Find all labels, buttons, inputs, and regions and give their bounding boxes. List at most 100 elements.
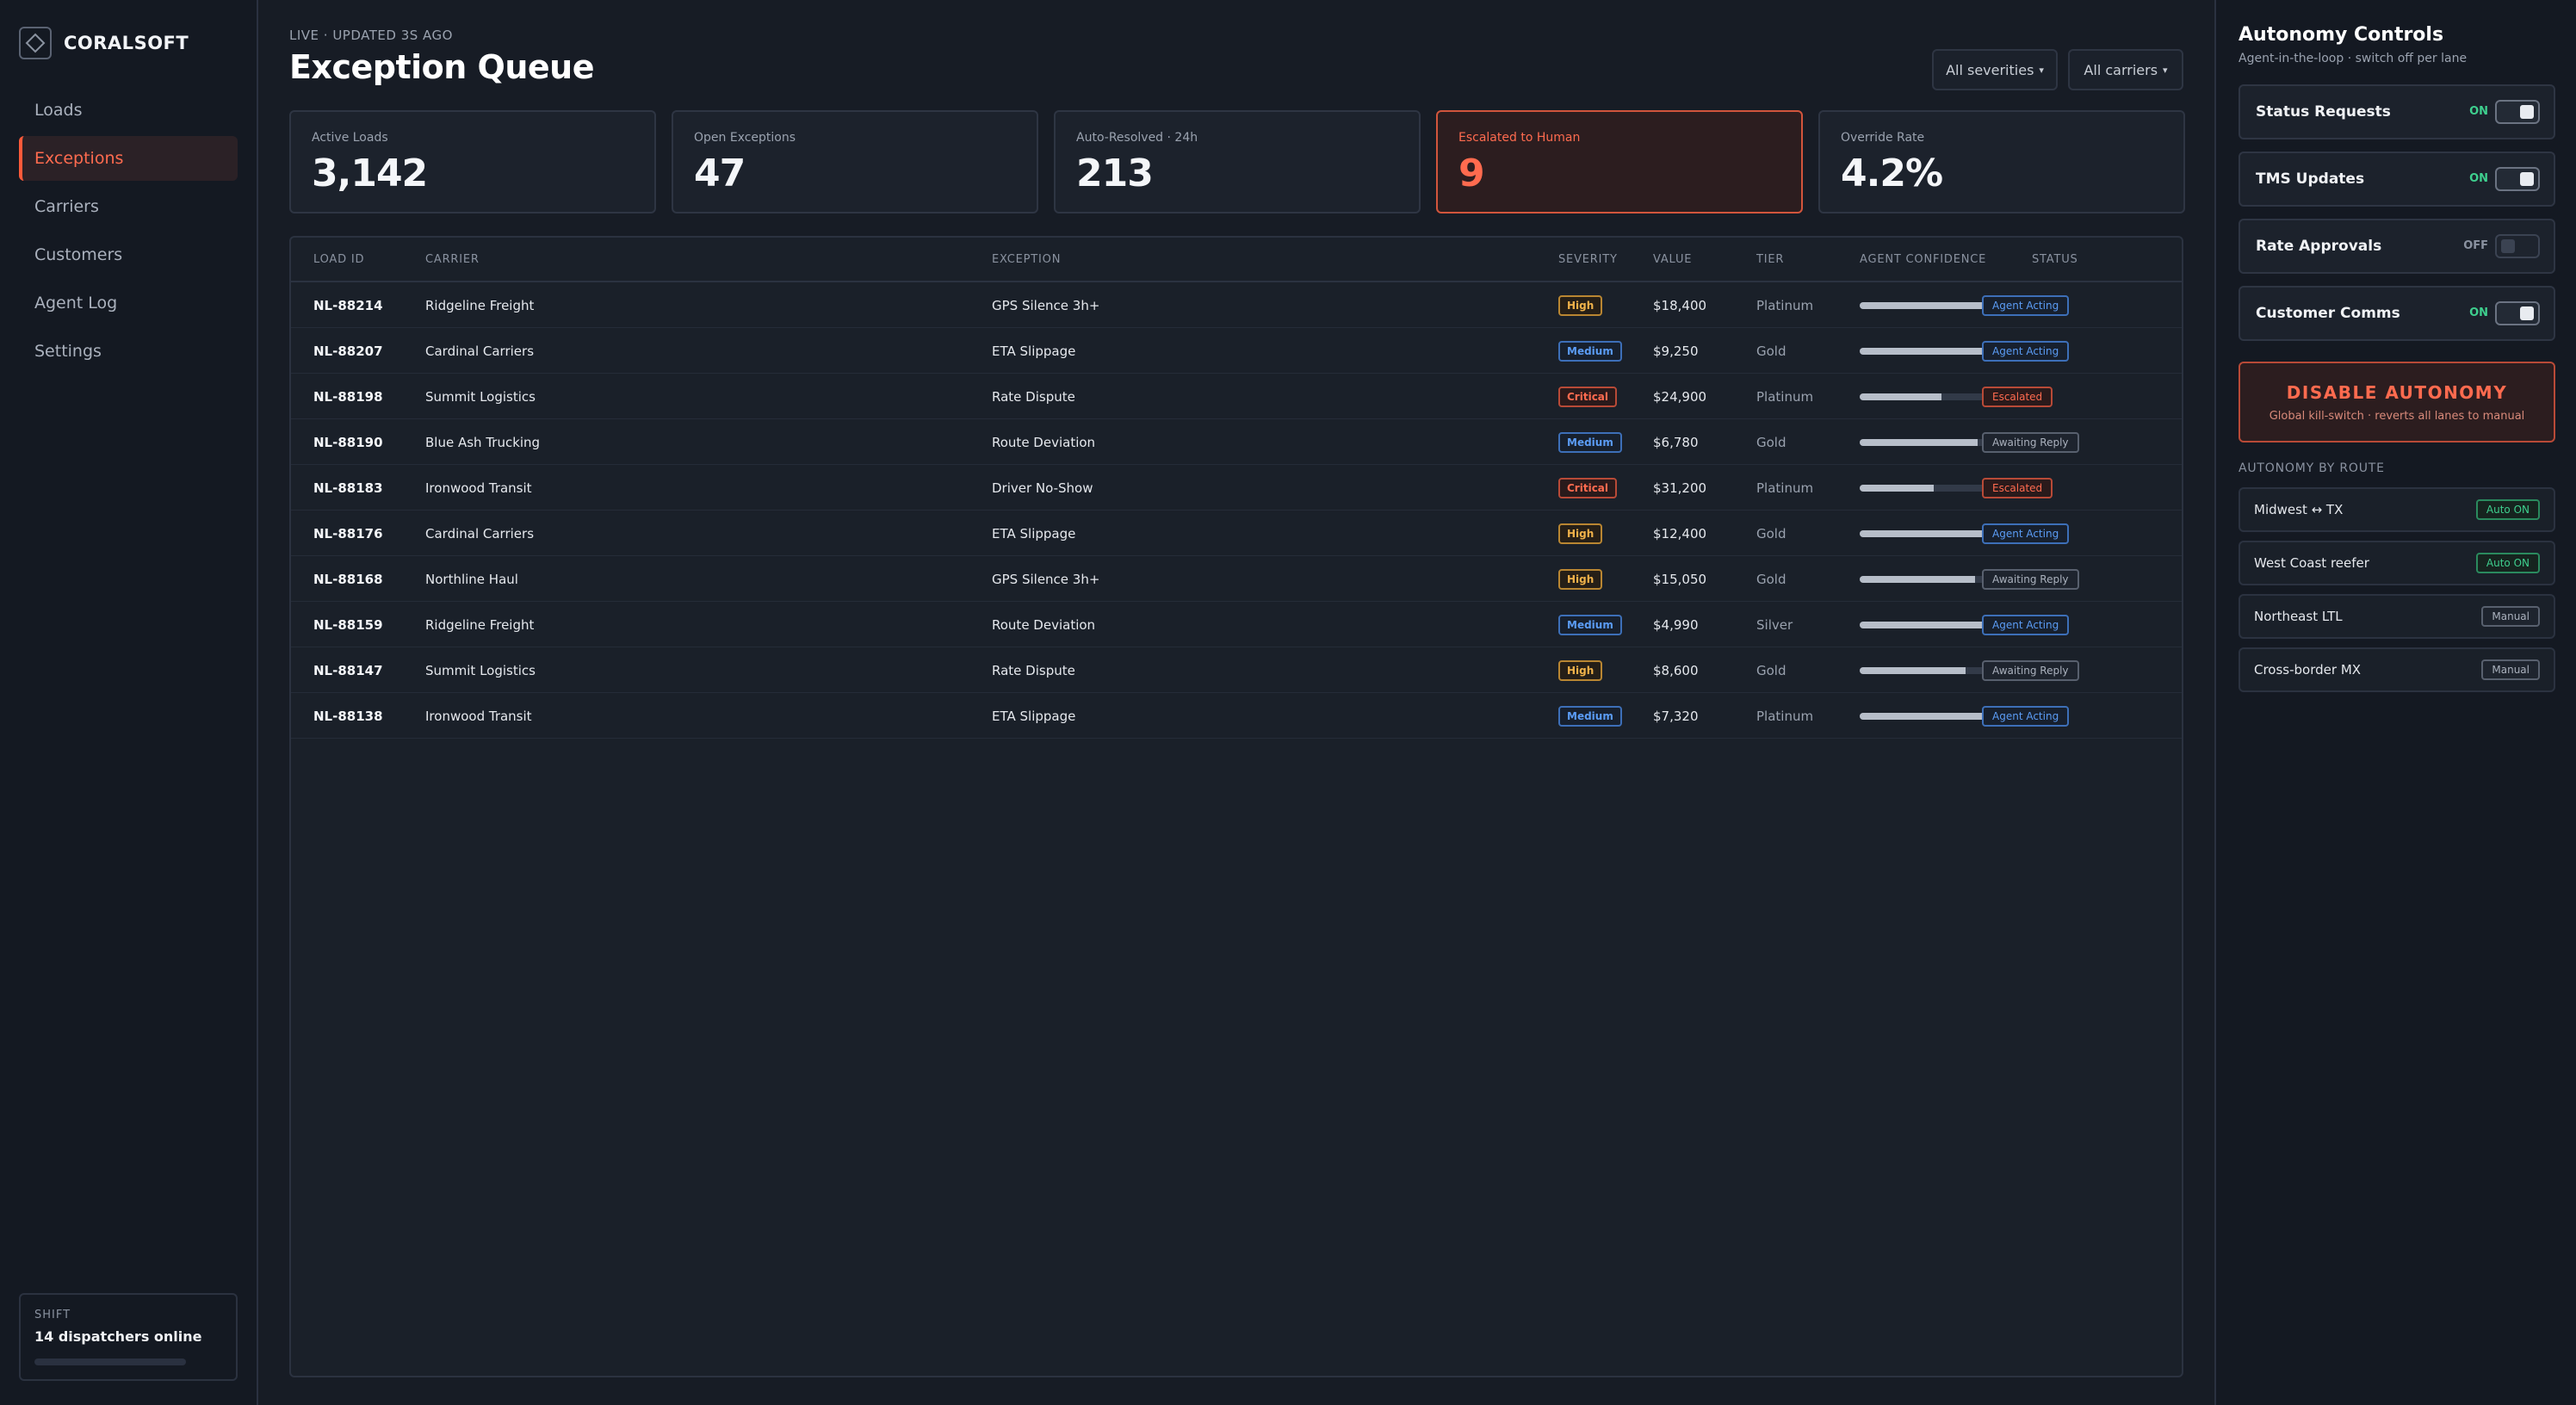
kpi-auto-resolved: Auto-Resolved · 24h 213 (1054, 110, 1421, 214)
load-value: $15,050 (1653, 571, 1707, 587)
customer-tier: Gold (1756, 434, 1786, 450)
status-badge[interactable]: Awaiting Reply (1982, 659, 2079, 681)
status-badge[interactable]: Agent Acting (1982, 340, 2070, 362)
route-mode-badge[interactable]: Manual (2481, 606, 2540, 627)
status-badge[interactable]: Agent Acting (1982, 294, 2070, 316)
exception-table: LOAD ID CARRIER EXCEPTION SEVERITY VALUE… (289, 236, 2183, 1377)
kpi-label: Escalated to Human (1458, 131, 1581, 145)
exception-type: ETA Slippage (992, 708, 1076, 724)
table-row[interactable]: NL-88168 Northline Haul GPS Silence 3h+ Hig… (291, 556, 2182, 602)
column-header-tier[interactable]: TIER (1756, 238, 1784, 282)
load-value: $6,780 (1653, 434, 1699, 450)
route-item[interactable]: Northeast LTL Manual (2239, 594, 2555, 639)
load-id[interactable]: NL-88147 (313, 647, 383, 693)
load-value: $12,400 (1653, 525, 1707, 542)
confidence-fill (1860, 712, 1985, 720)
status-badge[interactable]: Escalated (1982, 477, 2053, 498)
column-header-value[interactable]: VALUE (1653, 238, 1692, 282)
load-id[interactable]: NL-88168 (313, 556, 383, 602)
route-item[interactable]: West Coast reefer Auto ON (2239, 541, 2555, 585)
load-id[interactable]: NL-88198 (313, 374, 383, 419)
confidence-fill (1860, 393, 1942, 400)
status-cell: Awaiting Reply (1982, 419, 2079, 465)
load-id[interactable]: NL-88214 (313, 282, 383, 328)
exception-type: GPS Silence 3h+ (992, 297, 1100, 313)
nav-item-carriers[interactable]: Carriers (19, 184, 238, 229)
toggle-switch[interactable] (2495, 234, 2540, 258)
nav-item-loads[interactable]: Loads (19, 88, 238, 133)
table-row[interactable]: NL-88159 Ridgeline Freight Route Deviation… (291, 602, 2182, 647)
main-nav: Loads Exceptions Carriers Customers Agen… (19, 88, 238, 377)
route-item[interactable]: Midwest ↔ TX Auto ON (2239, 487, 2555, 532)
load-id[interactable]: NL-88138 (313, 693, 383, 739)
status-badge[interactable]: Awaiting Reply (1982, 431, 2079, 453)
brand-name: CORALSOFT (64, 33, 189, 53)
confidence-bar (1860, 301, 1994, 309)
status-badge[interactable]: Awaiting Reply (1982, 568, 2079, 590)
load-id[interactable]: NL-88207 (313, 328, 383, 374)
main-content: LIVE · UPDATED 3S AGO Exception Queue Al… (258, 0, 2214, 1405)
autonomy-control-status-requests: Status Requests ON (2239, 84, 2555, 139)
route-mode-badge[interactable]: Auto ON (2475, 499, 2540, 520)
load-id[interactable]: NL-88176 (313, 511, 383, 556)
page-title: Exception Queue (289, 48, 595, 86)
load-value: $18,400 (1653, 297, 1707, 313)
nav-item-label: Exceptions (34, 149, 124, 168)
nav-item-label: Settings (34, 342, 102, 361)
confidence-bar (1860, 484, 1994, 492)
customer-tier: Gold (1756, 662, 1786, 678)
status-badge[interactable]: Escalated (1982, 386, 2053, 407)
column-header-load-id[interactable]: LOAD ID (313, 238, 364, 282)
carrier-name: Cardinal Carriers (425, 525, 535, 542)
nav-item-customers[interactable]: Customers (19, 232, 238, 277)
table-row[interactable]: NL-88138 Ironwood Transit ETA Slippage Medi… (291, 693, 2182, 739)
severity-filter-dropdown[interactable]: All severities ▾ (1932, 49, 2058, 90)
toggle-switch[interactable] (2495, 301, 2540, 325)
load-id[interactable]: NL-88190 (313, 419, 383, 465)
nav-item-settings[interactable]: Settings (19, 329, 238, 374)
column-header-confidence[interactable]: AGENT CONFIDENCE (1860, 238, 1986, 282)
load-id[interactable]: NL-88159 (313, 602, 383, 647)
toggle-switch[interactable] (2495, 167, 2540, 191)
column-header-severity[interactable]: SEVERITY (1558, 238, 1618, 282)
load-value: $4,990 (1653, 616, 1699, 633)
load-id[interactable]: NL-88183 (313, 465, 383, 511)
nav-item-agent-log[interactable]: Agent Log (19, 281, 238, 325)
table-row[interactable]: NL-88147 Summit Logistics Rate Dispute High… (291, 647, 2182, 693)
severity-badge: Medium (1558, 340, 1622, 362)
table-row[interactable]: NL-88214 Ridgeline Freight GPS Silence 3h+… (291, 282, 2182, 328)
exception-type: Route Deviation (992, 616, 1096, 633)
kpi-open-exceptions: Open Exceptions 47 (672, 110, 1038, 214)
status-badge[interactable]: Agent Acting (1982, 705, 2070, 727)
kpi-label: Auto-Resolved · 24h (1076, 131, 1198, 145)
route-item[interactable]: Cross-border MX Manual (2239, 647, 2555, 692)
sidebar: CORALSOFT Loads Exceptions Carriers Cust… (0, 0, 258, 1405)
route-mode-badge[interactable]: Auto ON (2475, 553, 2540, 573)
disable-autonomy-button[interactable]: DISABLE AUTONOMY Global kill-switch · re… (2239, 362, 2555, 443)
table-row[interactable]: NL-88198 Summit Logistics Rate Dispute Crit… (291, 374, 2182, 419)
table-row[interactable]: NL-88183 Ironwood Transit Driver No-Show Cr… (291, 465, 2182, 511)
brand[interactable]: CORALSOFT (19, 26, 189, 60)
column-header-carrier[interactable]: CARRIER (425, 238, 480, 282)
column-header-status[interactable]: STATUS (2032, 238, 2078, 282)
exception-type: ETA Slippage (992, 525, 1076, 542)
carrier-name: Northline Haul (425, 571, 518, 587)
table-row[interactable]: NL-88176 Cardinal Carriers ETA Slippage Hig… (291, 511, 2182, 556)
autonomy-control-rate-approvals: Rate Approvals OFF (2239, 219, 2555, 274)
toggle-switch[interactable] (2495, 100, 2540, 124)
table-row[interactable]: NL-88207 Cardinal Carriers ETA Slippage Med… (291, 328, 2182, 374)
status-badge[interactable]: Agent Acting (1982, 523, 2070, 544)
carrier-filter-dropdown[interactable]: All carriers ▾ (2068, 49, 2183, 90)
load-value: $7,320 (1653, 708, 1699, 724)
route-name: West Coast reefer (2254, 555, 2369, 571)
customer-tier: Gold (1756, 571, 1786, 587)
kpi-active-loads: Active Loads 3,142 (289, 110, 656, 214)
route-mode-badge[interactable]: Manual (2481, 659, 2540, 680)
control-label: Rate Approvals (2256, 238, 2382, 255)
nav-item-exceptions[interactable]: Exceptions (19, 136, 238, 181)
status-badge[interactable]: Agent Acting (1982, 614, 2070, 635)
table-row[interactable]: NL-88190 Blue Ash Trucking Route Deviation… (291, 419, 2182, 465)
column-header-exception[interactable]: EXCEPTION (992, 238, 1061, 282)
severity-cell: Medium (1558, 419, 1622, 465)
toggle-knob (2520, 105, 2534, 119)
